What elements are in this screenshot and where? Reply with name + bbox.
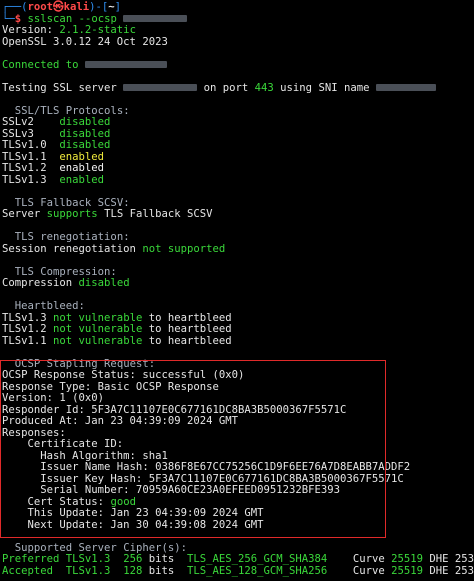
fallback-line: Server supports TLS Fallback SCSV <box>2 208 213 220</box>
cipher-kind: Preferred <box>2 553 66 565</box>
heartbleed-proto: TLSv1.2 <box>2 323 54 335</box>
ocsp-line: OCSP Response Status: successful (0x0) <box>2 369 245 381</box>
heartbleed-status: not vulnerable <box>53 323 143 335</box>
cipher-proto: TLSv1.3 <box>65 564 111 577</box>
cipher-list: Preferred TLSv1.3 256 bits TLS_AES_256_G… <box>2 553 474 578</box>
version-value: 2.1.2-static <box>59 24 136 36</box>
redacted-host <box>123 15 188 22</box>
cipher-dhe: DHE 253 <box>423 553 474 565</box>
cert-status-value: good <box>110 495 136 508</box>
cipher-curve-label: Curve <box>352 553 392 565</box>
protocol-name: SSLv3 <box>2 127 60 140</box>
heartbleed-suffix: to heartbleed <box>142 334 232 347</box>
fallback-status: supports <box>46 208 98 220</box>
protocol-status: disabled <box>59 116 111 128</box>
compression-line: Compression disabled <box>2 277 130 289</box>
renegotiation-status: not supported <box>142 242 226 255</box>
port-value: 443 <box>254 81 274 94</box>
ocsp-line: Version: 1 (0x0) <box>2 392 105 404</box>
protocol-name: TLSv1.0 <box>2 139 60 151</box>
ocsp-line: Certificate ID: <box>2 438 124 450</box>
protocol-name: TLSv1.1 <box>2 150 60 163</box>
prompt-at: ㉿ <box>53 1 64 13</box>
protocol-status: enabled <box>59 162 105 174</box>
heartbleed-proto: TLSv1.1 <box>2 334 54 347</box>
redacted-sni <box>375 84 436 91</box>
cipher-row: Accepted TLSv1.3 128 bits TLS_AES_128_GC… <box>2 564 474 578</box>
ocsp-line: Produced At: Jan 23 04:39:09 2024 GMT <box>2 415 238 427</box>
redacted-ip <box>84 61 167 68</box>
cipher-gap <box>110 565 123 577</box>
heartbleed-status: not vulnerable <box>53 334 143 347</box>
heartbleed-suffix: to heartbleed <box>142 323 232 335</box>
prompt-host: kali <box>63 1 90 13</box>
cipher-unit: bits <box>142 553 187 565</box>
renegotiation-line: Session renegotiation not supported <box>2 242 226 255</box>
heartbleed-status: not vulnerable <box>53 311 143 324</box>
this-update-line: This Update: Jan 23 04:39:09 2024 GMT <box>2 507 264 519</box>
protocol-name: SSLv2 <box>2 116 60 128</box>
version-line: Version: 2.1.2-static <box>2 24 136 36</box>
protocol-status: enabled <box>59 150 105 163</box>
ocsp-list: OCSP Response Status: successful (0x0) Re… <box>2 369 474 497</box>
command-text: sslscan --ocsp <box>27 12 117 25</box>
next-update-line: Next Update: Jan 30 04:39:08 2024 GMT <box>2 518 264 531</box>
protocol-status: enabled <box>59 173 105 186</box>
cipher-bits: 256 <box>123 553 143 565</box>
cipher-bits: 128 <box>123 564 143 577</box>
redacted-server <box>123 84 198 91</box>
protocol-row: TLSv1.3 enabled <box>2 173 474 187</box>
cipher-curve-label: Curve <box>352 564 392 577</box>
heartbleed-suffix: to heartbleed <box>142 311 232 324</box>
cipher-gap <box>110 553 123 565</box>
protocol-name: TLSv1.3 <box>2 173 60 186</box>
heartbleed-list: TLSv1.3 not vulnerable to heartbleed TLSv… <box>2 311 474 348</box>
cipher-curve: 25519 <box>391 564 423 577</box>
prompt-symbol: $ <box>14 12 22 25</box>
heartbleed-proto: TLSv1.3 <box>2 311 54 324</box>
ocsp-line: Issuer Name Hash: 0386F8E67CC75256C1D9F6… <box>2 461 411 473</box>
cipher-proto: TLSv1.3 <box>65 553 111 565</box>
cipher-name: TLS_AES_128_GCM_SHA256 <box>187 564 353 577</box>
protocol-list: SSLv2 disabled SSLv3 disabled TLSv1.0 disa… <box>2 116 474 187</box>
cipher-name: TLS_AES_256_GCM_SHA384 <box>187 553 353 565</box>
connected-line: Connected to <box>2 59 474 72</box>
terminal-output: ┌──(root㉿kali)-[~] └─$ sslscan --ocsp Ve… <box>2 1 474 581</box>
cipher-curve: 25519 <box>391 553 423 565</box>
compression-status: disabled <box>78 277 130 289</box>
cipher-unit: bits <box>142 564 187 577</box>
cipher-kind: Accepted <box>2 564 66 577</box>
protocol-name: TLSv1.2 <box>2 162 60 174</box>
protocol-status: disabled <box>59 127 111 140</box>
protocol-status: disabled <box>59 139 111 151</box>
openssl-line: OpenSSL 3.0.12 24 Oct 2023 <box>2 35 168 48</box>
heartbleed-row: TLSv1.1 not vulnerable to heartbleed <box>2 334 474 348</box>
testing-line: Testing SSL server on port 443 using SNI… <box>2 81 474 95</box>
prompt-user: root <box>27 1 54 13</box>
cipher-dhe: DHE 253 <box>423 564 474 577</box>
